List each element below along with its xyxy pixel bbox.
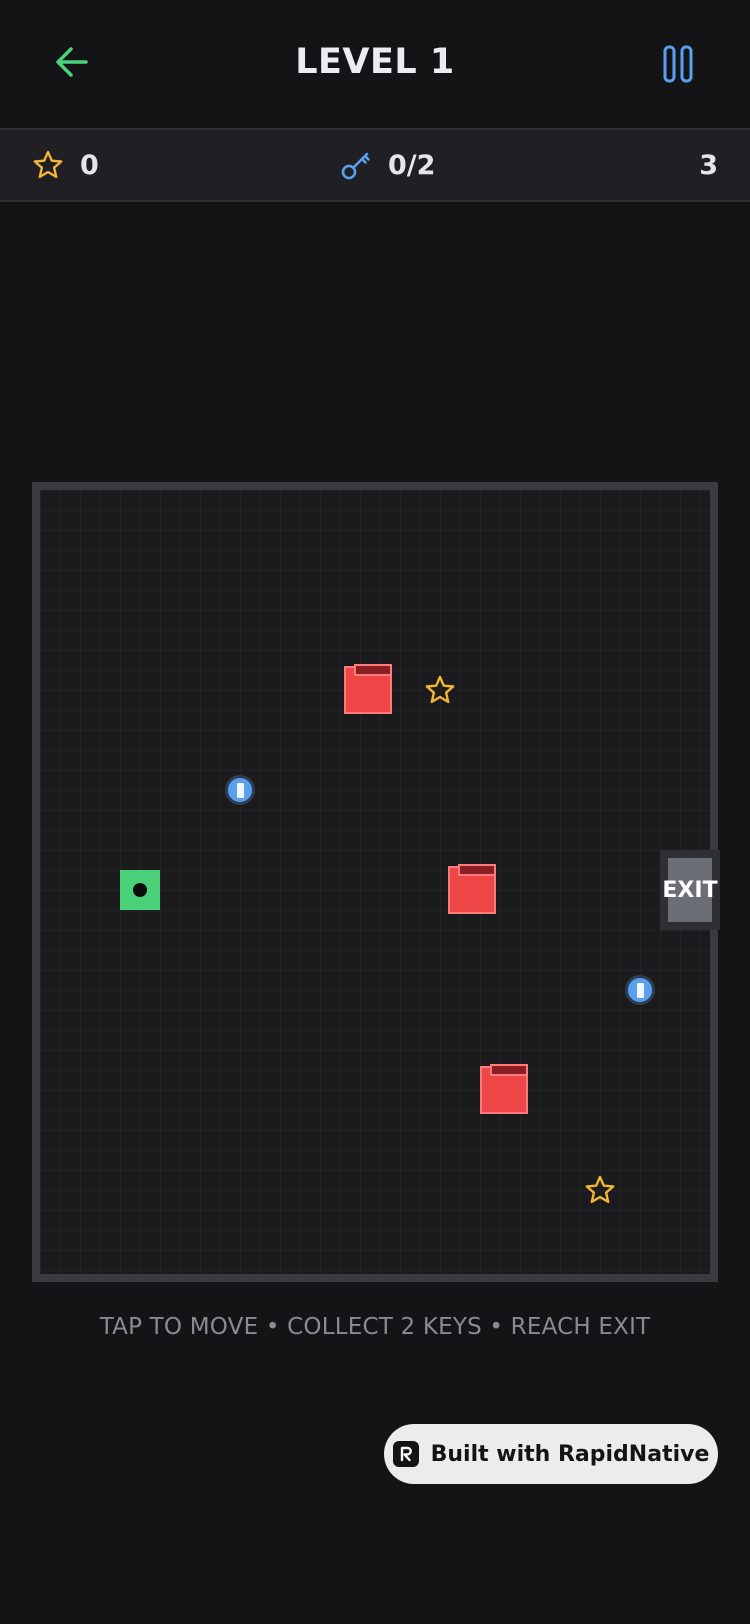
- player-eye: [133, 883, 147, 897]
- badge-label: Built with RapidNative: [430, 1441, 710, 1467]
- moves-counter: 3: [699, 130, 718, 200]
- enemy-block: [448, 864, 496, 914]
- key-pickup-bar: [636, 982, 644, 998]
- pause-icon: [663, 45, 693, 83]
- star-pickup-icon: [585, 1175, 615, 1204]
- enemy-block-top: [458, 864, 496, 876]
- key-pickup-icon: [225, 775, 255, 805]
- stars-count: 0: [80, 149, 99, 181]
- keys-count: 0/2: [388, 149, 436, 181]
- top-bar: LEVEL 1: [0, 0, 750, 128]
- key-pickup-bar: [236, 782, 244, 798]
- pause-button[interactable]: [660, 44, 696, 84]
- star-pickup-icon: [425, 675, 455, 704]
- rapidnative-logo-icon: [392, 1441, 419, 1467]
- page-title: LEVEL 1: [295, 42, 455, 82]
- enemy-block-top: [354, 664, 392, 676]
- key-icon: [341, 152, 370, 180]
- enemy-block: [480, 1064, 528, 1114]
- moves-count: 3: [699, 149, 718, 181]
- stars-counter: 0: [32, 130, 99, 200]
- exit-label: EXIT: [662, 877, 718, 903]
- exit-door-inner: EXIT: [662, 858, 718, 922]
- exit-door: EXIT: [660, 850, 720, 930]
- rapidnative-r-icon: [400, 1446, 412, 1462]
- built-with-badge[interactable]: Built with RapidNative: [384, 1424, 718, 1484]
- stats-bar: 0 0/2 3: [0, 128, 750, 202]
- enemy-block-top: [490, 1064, 528, 1076]
- instructions-text: TAP TO MOVE • COLLECT 2 KEYS • REACH EXI…: [99, 1314, 651, 1340]
- star-icon: [33, 150, 63, 179]
- key-pickup-icon: [625, 975, 655, 1005]
- player: [120, 870, 160, 910]
- enemy-block: [344, 664, 392, 714]
- keys-counter: 0/2: [340, 130, 435, 200]
